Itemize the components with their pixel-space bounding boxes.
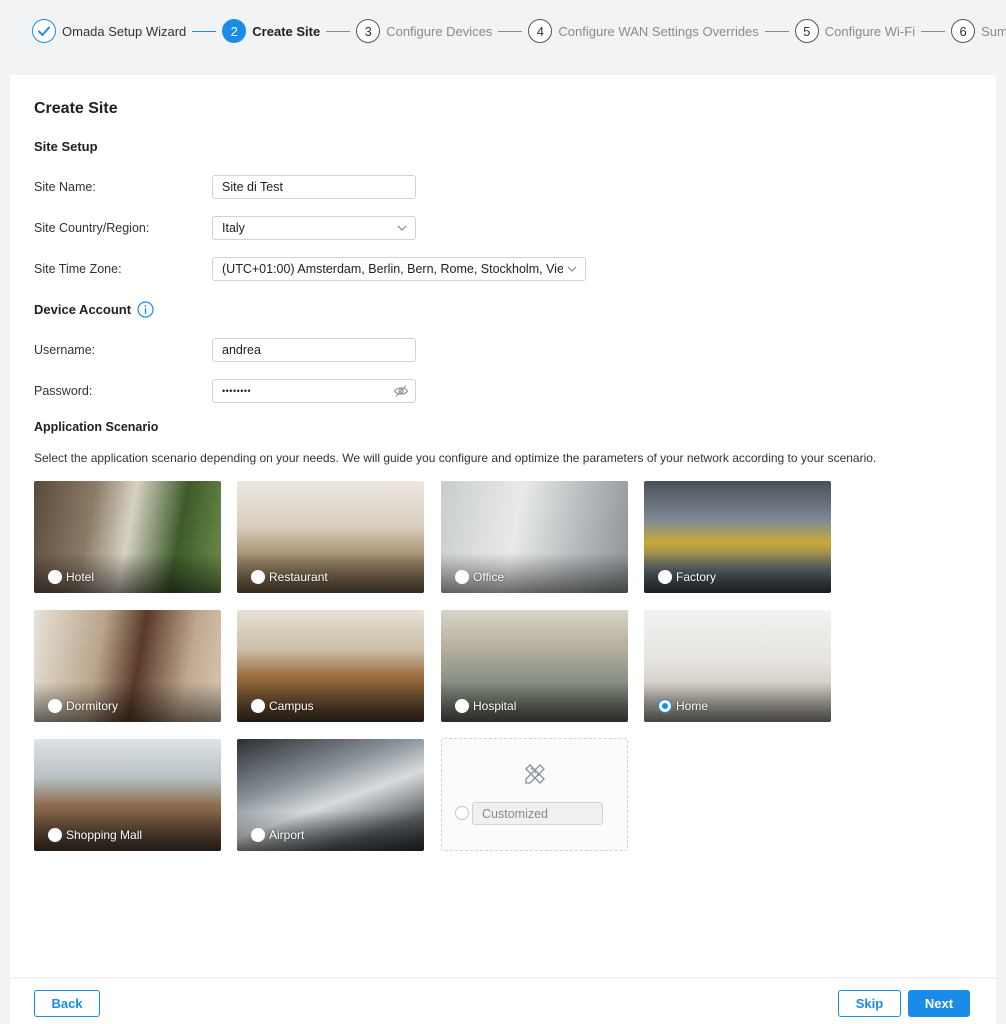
scenario-radio[interactable] [48,570,62,584]
step-omada-setup-wizard[interactable]: Omada Setup Wizard [32,19,186,43]
password-value: •••••••• [222,386,252,396]
scenario-label: Hospital [473,699,517,713]
tile-shade [237,682,424,722]
tile-shade [441,682,628,722]
chevron-down-icon [567,266,577,272]
scenario-label: Shopping Mall [66,828,143,842]
pencil-ruler-icon [525,764,545,784]
tile-shade [644,553,831,593]
footer-bar: Back Skip Next [10,979,996,1024]
scenario-radio[interactable] [48,828,62,842]
country-label: Site Country/Region: [34,221,150,235]
chevron-down-icon [397,225,407,231]
page-title: Create Site [34,100,118,117]
scenario-radio-selected[interactable] [658,699,672,713]
scenario-radio[interactable] [455,699,469,713]
step-connector [498,30,523,32]
site-name-input[interactable]: Site di Test [212,175,416,199]
scenario-label: Campus [269,699,314,713]
scenario-label: Dormitory [66,699,119,713]
timezone-value: (UTC+01:00) Amsterdam, Berlin, Bern, Rom… [222,262,563,276]
info-circle-icon[interactable] [137,301,154,318]
scenario-label: Factory [676,570,717,584]
step-label: Omada Setup Wizard [62,23,187,39]
scenario-label: Hotel [66,570,95,584]
check-circle-icon [32,19,56,43]
step-connector [921,30,946,32]
step-configure-wifi[interactable]: 5 Configure Wi-Fi [794,19,916,43]
scenario-radio[interactable] [455,806,469,820]
tile-shade [441,553,628,593]
create-site-card: Create Site Site Setup Site Name: Site d… [10,75,996,977]
scenario-radio[interactable] [251,570,265,584]
step-number: 3 [356,19,381,43]
scenario-radio[interactable] [251,828,265,842]
scenario-label: Home [676,699,709,713]
scenario-label: Airport [269,828,305,842]
scenario-home[interactable]: Home [644,610,831,722]
timezone-label: Site Time Zone: [34,262,122,276]
step-number: 2 [222,19,247,43]
step-connector [192,30,217,32]
scenario-label: Office [473,570,505,584]
country-value: Italy [222,221,245,235]
step-number: 4 [528,19,553,43]
step-create-site[interactable]: 2 Create Site [222,19,320,43]
username-input[interactable]: andrea [212,338,416,362]
tile-shade [34,553,221,593]
wizard-stepper: Omada Setup Wizard 2 Create Site 3 Confi… [32,17,1006,45]
username-label: Username: [34,343,96,357]
country-select[interactable]: Italy [212,216,416,240]
application-scenario-heading: Application Scenario [34,420,159,434]
scenario-radio[interactable] [455,570,469,584]
step-connector [764,30,789,32]
site-setup-heading: Site Setup [34,139,98,154]
scenario-campus[interactable]: Campus [237,610,424,722]
scenario-factory[interactable]: Factory [644,481,831,593]
tile-shade [237,811,424,851]
tile-shade [34,682,221,722]
step-number: 5 [794,19,819,43]
scenario-airport[interactable]: Airport [237,739,424,851]
scenario-hospital[interactable]: Hospital [441,610,628,722]
eye-off-icon[interactable] [393,384,409,398]
step-configure-devices[interactable]: 3 Configure Devices [356,19,492,43]
step-connector [326,30,351,32]
password-input[interactable]: •••••••• [212,379,416,403]
scenario-radio[interactable] [658,570,672,584]
step-number: 6 [951,19,976,43]
step-label: Summary [981,23,1006,39]
tile-shade [237,553,424,593]
scenario-description: Select the application scenario dependin… [34,451,877,465]
step-label: Configure Devices [386,23,493,39]
device-account-heading: Device Account [34,302,132,317]
scenario-office[interactable]: Office [441,481,628,593]
next-button[interactable]: Next [908,990,970,1017]
step-label: Create Site [252,23,321,39]
scenario-customized[interactable]: Customized [441,738,628,851]
scenario-hotel[interactable]: Hotel [34,481,221,593]
site-name-label: Site Name: [34,180,96,194]
scenario-radio[interactable] [251,699,265,713]
scenario-radio[interactable] [48,699,62,713]
scenario-dormitory[interactable]: Dormitory [34,610,221,722]
timezone-select[interactable]: (UTC+01:00) Amsterdam, Berlin, Bern, Rom… [212,257,586,281]
step-configure-wan[interactable]: 4 Configure WAN Settings Overrides [528,19,759,43]
tile-shade [644,682,831,722]
back-button[interactable]: Back [34,990,100,1017]
scenario-label: Restaurant [269,570,328,584]
customized-input[interactable]: Customized [472,802,603,825]
step-summary[interactable]: 6 Summary [951,19,1006,43]
step-label: Configure Wi-Fi [824,23,916,39]
skip-button[interactable]: Skip [838,990,901,1017]
step-label: Configure WAN Settings Overrides [558,23,759,39]
password-label: Password: [34,384,93,398]
scenario-shopping-mall[interactable]: Shopping Mall [34,739,221,851]
scenario-restaurant[interactable]: Restaurant [237,481,424,593]
